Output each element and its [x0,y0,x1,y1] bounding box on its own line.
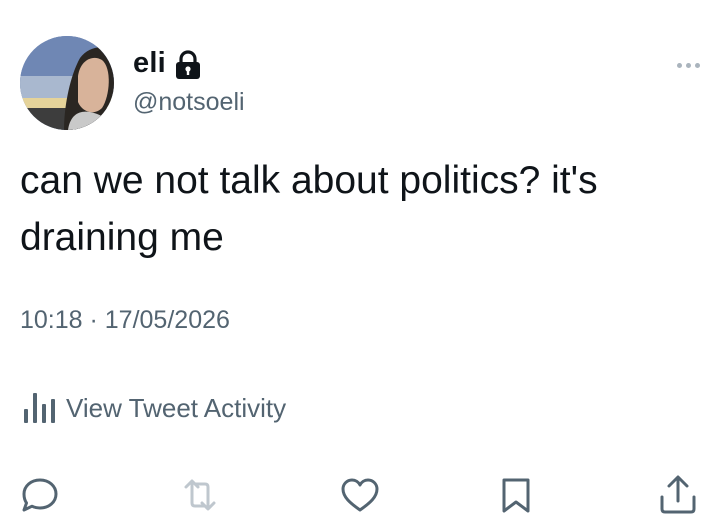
view-tweet-activity-link[interactable]: View Tweet Activity [20,390,286,426]
action-bar [0,473,720,517]
bookmark-icon[interactable] [494,473,538,517]
avatar[interactable] [20,36,114,130]
user-handle[interactable]: @notsoeli [133,88,245,117]
display-name[interactable]: eli [133,47,166,80]
tweet: eli @notsoeli can we not talk about poli… [0,0,720,531]
lock-icon [174,50,202,80]
retweet-icon[interactable] [178,473,222,517]
share-icon[interactable] [656,473,700,517]
bar-chart-icon [20,391,56,425]
more-options-icon[interactable] [671,58,705,72]
tweet-text: can we not talk about politics? it's dra… [20,159,598,259]
like-icon[interactable] [338,473,382,517]
tweet-timestamp[interactable]: 10:18 · 17/05/2026 [20,306,230,335]
activity-label: View Tweet Activity [66,392,287,423]
reply-icon[interactable] [18,473,62,517]
